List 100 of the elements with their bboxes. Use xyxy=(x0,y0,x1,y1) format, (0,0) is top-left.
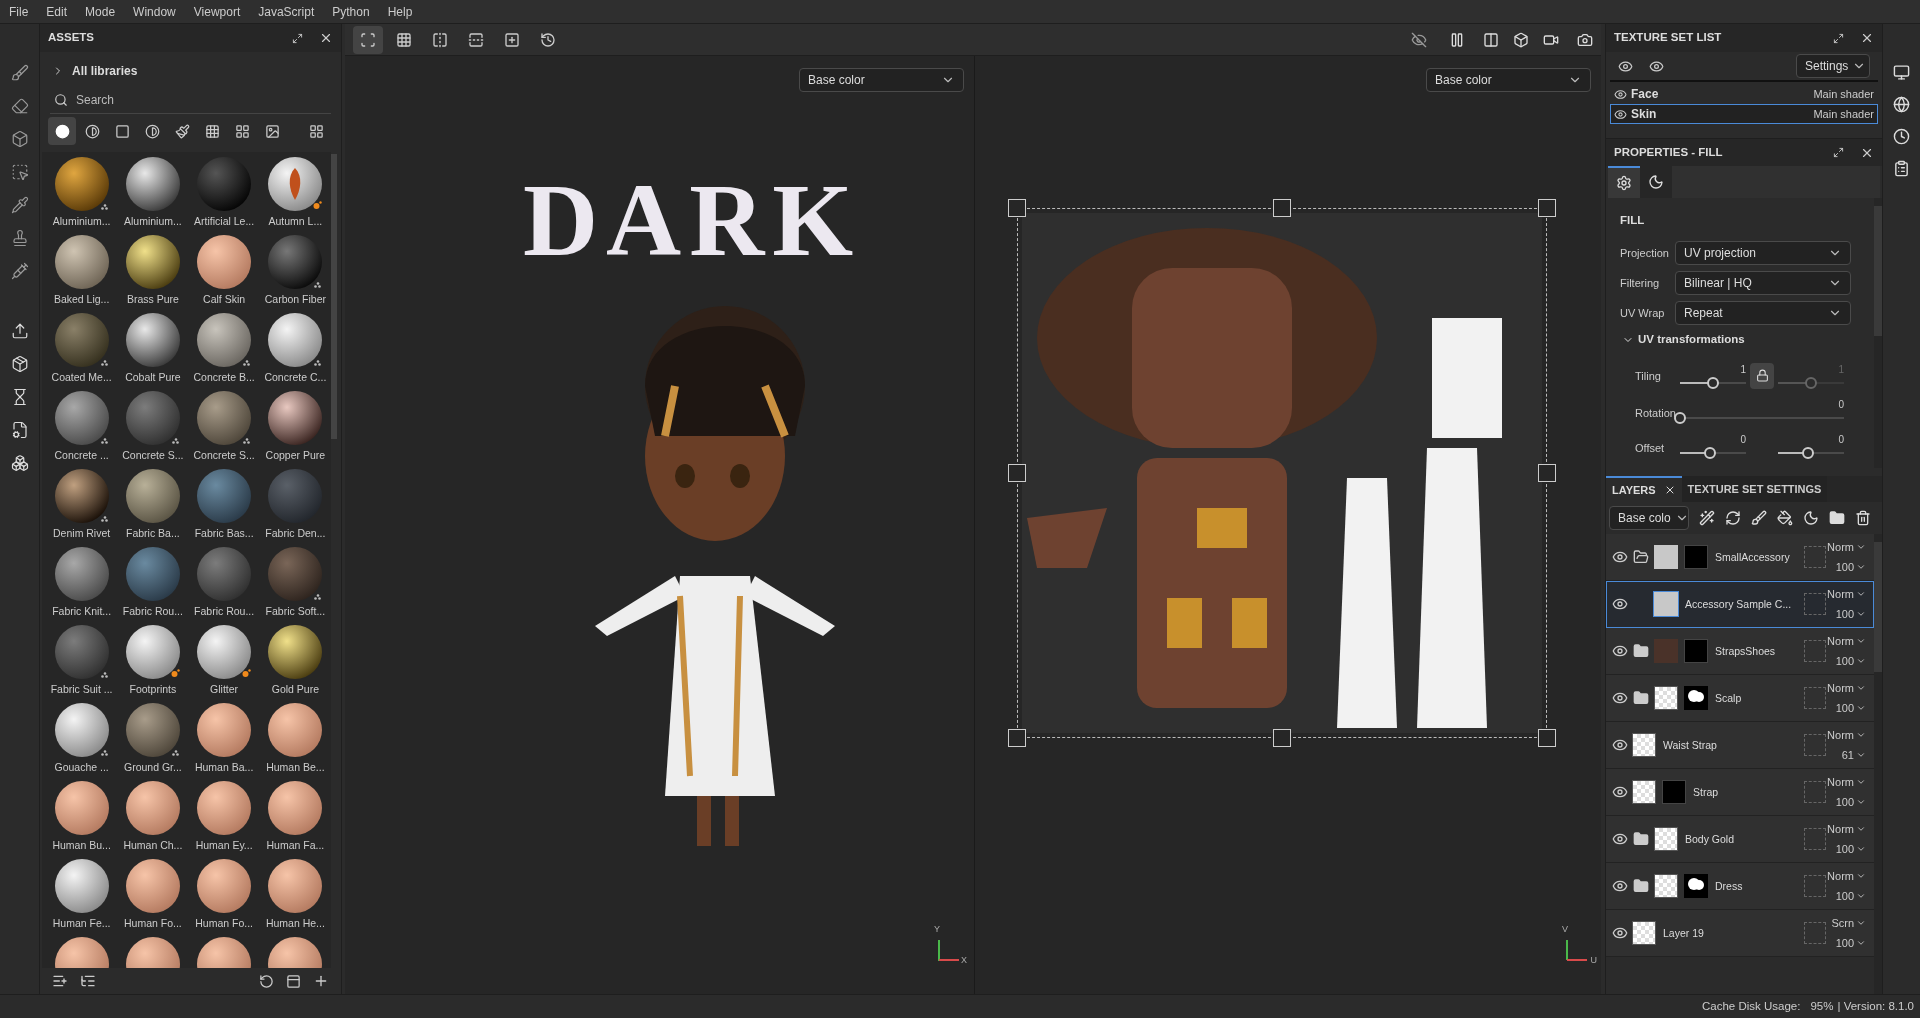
asset-label[interactable]: Baked Lig... xyxy=(53,292,110,308)
brush-icon[interactable] xyxy=(1751,510,1767,526)
layer-row[interactable]: Dress Norm 100 xyxy=(1606,863,1874,910)
asset-label[interactable]: Brass Pure xyxy=(126,292,179,308)
transform-handle[interactable] xyxy=(1008,464,1026,482)
camera-icon[interactable] xyxy=(1577,31,1593,48)
paint-bucket-icon[interactable] xyxy=(1777,510,1793,526)
asset-label[interactable]: Human He... xyxy=(265,916,325,932)
visibility-icon[interactable] xyxy=(1612,690,1628,706)
syringe-icon[interactable] xyxy=(10,262,29,280)
add-icon[interactable] xyxy=(313,973,329,989)
asset-label[interactable]: Human Be... xyxy=(266,760,325,776)
visibility-icon[interactable] xyxy=(1614,107,1627,121)
asset-label[interactable]: Gouache ... xyxy=(54,760,109,776)
visibility-icon[interactable] xyxy=(1612,784,1628,800)
export-icon[interactable] xyxy=(10,322,29,340)
pause-icon[interactable] xyxy=(1449,31,1465,48)
history-icon[interactable] xyxy=(1893,128,1910,145)
visibility-icon[interactable] xyxy=(1612,878,1628,894)
slider-value[interactable]: 0 xyxy=(1838,431,1844,447)
transform-handle[interactable] xyxy=(1538,464,1556,482)
layer-row[interactable]: Strap Norm 100 xyxy=(1606,769,1874,816)
asset-label[interactable]: Fabric Soft... xyxy=(265,604,326,620)
menu-item[interactable]: JavaScript xyxy=(249,2,324,21)
opacity-dropdown[interactable]: 100 xyxy=(1835,841,1866,858)
settings-tab[interactable] xyxy=(1608,166,1640,198)
mask-icon[interactable] xyxy=(1803,510,1819,526)
scrollbar-thumb[interactable] xyxy=(331,154,337,439)
visibility-icon[interactable] xyxy=(1612,925,1628,941)
opacity-dropdown[interactable]: 100 xyxy=(1835,606,1866,623)
asset-label[interactable]: Concrete B... xyxy=(193,370,255,386)
lock-button[interactable] xyxy=(1750,362,1774,389)
display-settings-icon[interactable] xyxy=(1893,64,1910,81)
blend-mode-dropdown[interactable]: Norm xyxy=(1827,632,1866,649)
menu-item[interactable]: Edit xyxy=(37,2,77,21)
asset-label[interactable]: Autumn L... xyxy=(268,214,323,230)
menu-item[interactable]: Python xyxy=(323,2,379,21)
asset-label[interactable]: Fabric Den... xyxy=(265,526,326,542)
delete-icon[interactable] xyxy=(1855,510,1871,526)
asset-label[interactable]: Footprints xyxy=(129,682,177,698)
asset-label[interactable]: Cobalt Pure xyxy=(125,370,181,386)
menu-item[interactable]: Mode xyxy=(76,2,125,21)
transform-handle[interactable] xyxy=(1008,729,1026,747)
magic-wand-icon[interactable] xyxy=(1699,510,1715,526)
selection-icon[interactable] xyxy=(10,163,29,181)
scrollbar-thumb[interactable] xyxy=(1874,206,1882,336)
opacity-dropdown[interactable]: 100 xyxy=(1835,794,1866,811)
asset-label[interactable]: Fabric Bas... xyxy=(194,526,254,542)
solo-icon[interactable] xyxy=(1649,58,1664,74)
document-icon[interactable] xyxy=(10,421,29,439)
save-list-icon[interactable] xyxy=(52,973,68,989)
blend-mode-dropdown[interactable]: Norm xyxy=(1827,585,1866,602)
menu-item[interactable]: Viewport xyxy=(184,2,250,21)
field-dropdown[interactable]: Bilinear | HQ xyxy=(1675,271,1851,296)
layer-row[interactable]: Waist Strap Norm 61 xyxy=(1606,722,1874,769)
asset-label[interactable]: Artificial Le... xyxy=(194,214,255,230)
transform-handle[interactable] xyxy=(1273,199,1291,217)
folder-icon[interactable] xyxy=(1633,643,1649,659)
blend-mode-dropdown[interactable]: Norm xyxy=(1827,538,1866,555)
opacity-dropdown[interactable]: 100 xyxy=(1835,888,1866,905)
float-icon[interactable] xyxy=(292,32,303,44)
folder-icon[interactable] xyxy=(1633,690,1649,706)
channel-dropdown[interactable]: Base colo xyxy=(1609,506,1689,530)
channel-dropdown[interactable]: Base color xyxy=(799,68,964,92)
menu-item[interactable]: Help xyxy=(378,2,422,21)
opacity-dropdown[interactable]: 100 xyxy=(1835,935,1866,952)
library-breadcrumb[interactable]: All libraries xyxy=(72,62,138,80)
panel-tab[interactable]: LAYERS xyxy=(1606,476,1682,502)
close-icon[interactable] xyxy=(1860,31,1874,45)
folder-list-icon[interactable] xyxy=(80,973,96,989)
blend-mode-dropdown[interactable]: Norm xyxy=(1827,679,1866,696)
mask-slot[interactable] xyxy=(1804,593,1826,615)
field-dropdown[interactable]: UV projection xyxy=(1675,241,1851,266)
slider-thumb[interactable] xyxy=(1805,376,1817,389)
package-icon[interactable] xyxy=(10,355,29,373)
layer-row[interactable]: Layer 19 Scrn 100 xyxy=(1606,910,1874,957)
cube-icon[interactable] xyxy=(1513,31,1529,48)
scrollbar-thumb[interactable] xyxy=(1874,542,1882,672)
section-header[interactable]: UV transformations xyxy=(1622,331,1866,349)
asset-label[interactable]: Human Ba... xyxy=(194,760,254,776)
refresh-icon[interactable] xyxy=(259,973,274,989)
asset-label[interactable]: Human Bu... xyxy=(52,838,111,854)
float-icon[interactable] xyxy=(1833,147,1844,158)
asset-label[interactable]: Concrete S... xyxy=(122,448,184,464)
opacity-dropdown[interactable]: 100 xyxy=(1835,653,1866,670)
layer-row[interactable]: SmallAccessory Norm 100 xyxy=(1606,534,1874,581)
asset-label[interactable]: Fabric Rou... xyxy=(194,604,255,620)
slider-value[interactable]: 1 xyxy=(1740,361,1746,377)
settings-dropdown[interactable]: Settings xyxy=(1796,54,1870,78)
menu-item[interactable]: File xyxy=(0,2,38,21)
asset-label[interactable]: Human Fe... xyxy=(52,916,111,932)
asset-label[interactable]: Human Ey... xyxy=(195,838,253,854)
blend-mode-dropdown[interactable]: Norm xyxy=(1827,820,1866,837)
blend-mode-dropdown[interactable]: Norm xyxy=(1827,773,1866,790)
brush-icon[interactable] xyxy=(10,64,29,82)
asset-label[interactable]: Concrete C... xyxy=(264,370,327,386)
stamp-icon[interactable] xyxy=(10,229,29,247)
asset-label[interactable]: Copper Pure xyxy=(265,448,326,464)
asset-label[interactable]: Fabric Rou... xyxy=(122,604,183,620)
transform-handle[interactable] xyxy=(1008,199,1026,217)
